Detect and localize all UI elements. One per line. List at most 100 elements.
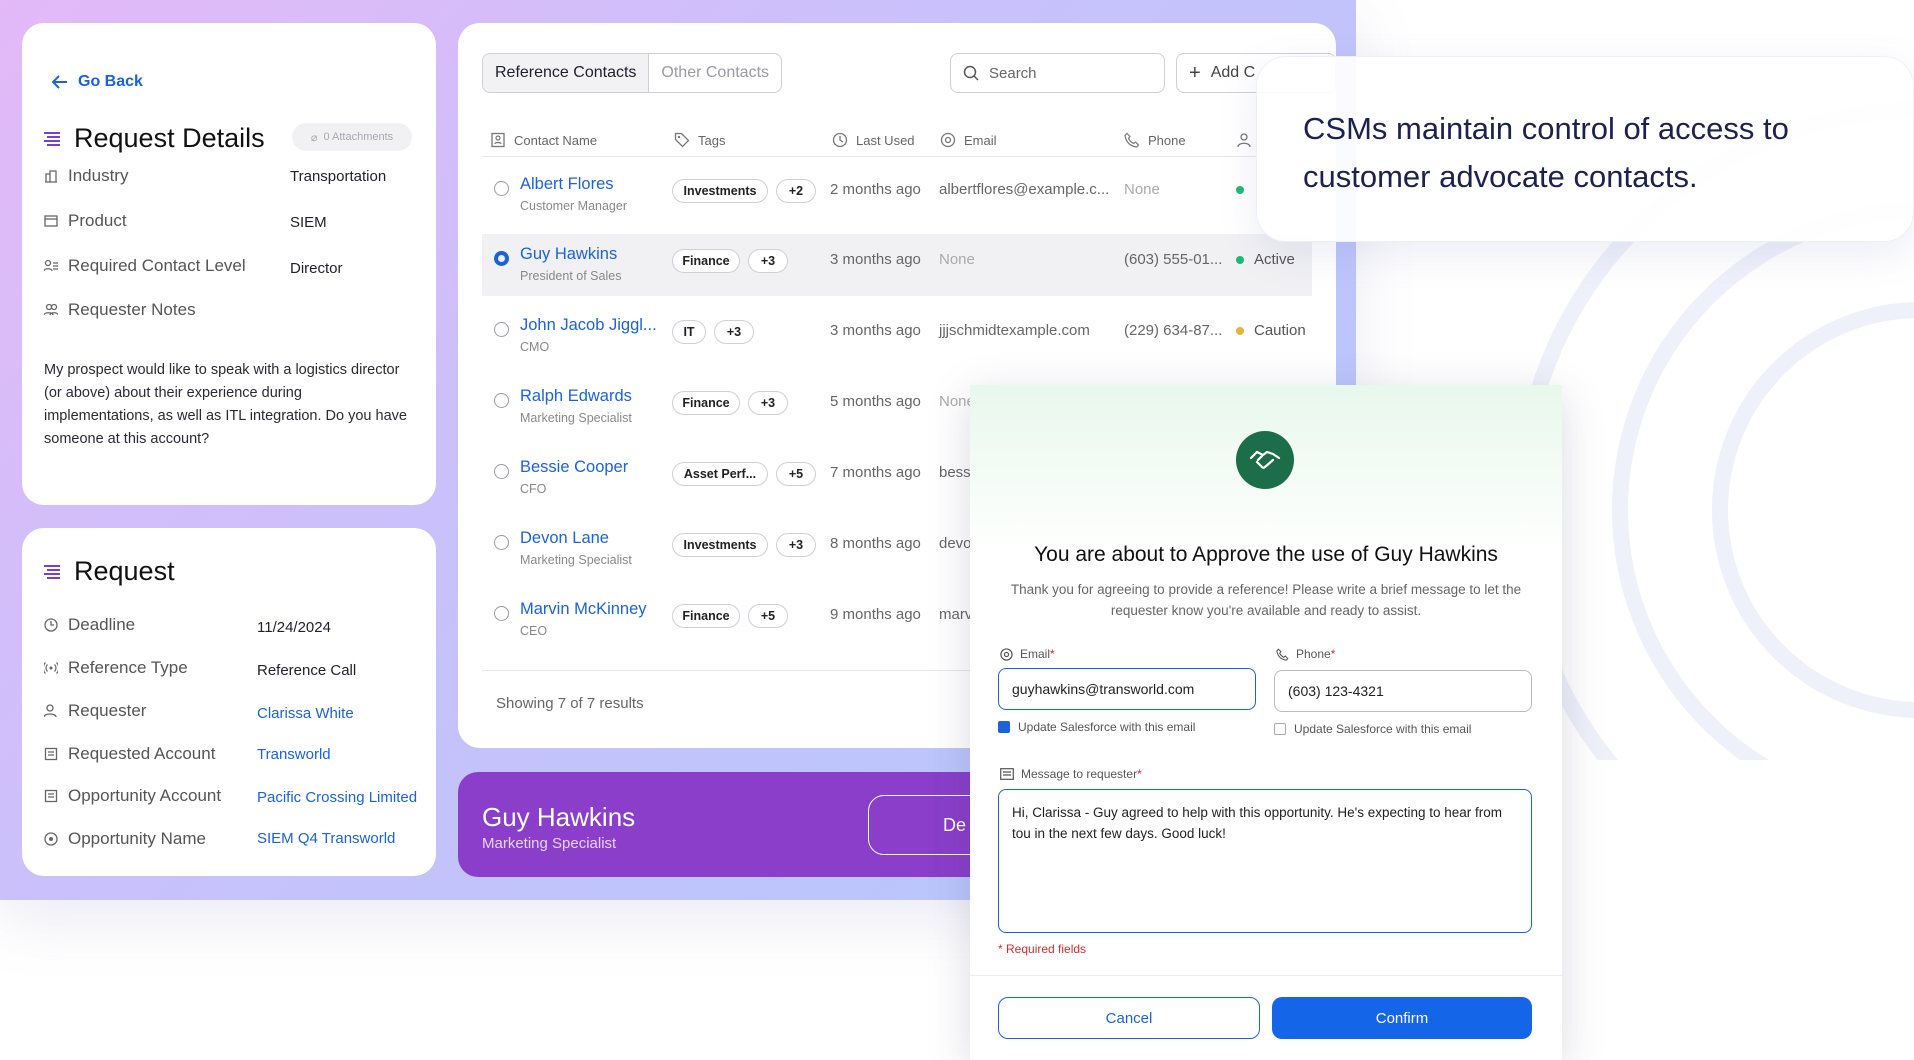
contact-name-link[interactable]: Marvin McKinney: [520, 600, 647, 619]
more-tags-chip[interactable]: +5: [776, 462, 816, 486]
requested-account-link[interactable]: Transworld: [257, 746, 331, 763]
tab-other-contacts[interactable]: Other Contacts: [649, 54, 781, 92]
people-icon: [44, 303, 58, 316]
email-field-label: Email*: [1000, 647, 1055, 661]
column-phone-label: Phone: [1148, 132, 1186, 148]
contact-title: President of Sales: [520, 269, 622, 283]
message-textarea[interactable]: Hi, Clarissa - Guy agreed to help with t…: [998, 789, 1532, 933]
paperclip-icon: ⌀: [310, 131, 318, 144]
broadcast-icon: [44, 662, 58, 674]
update-phone-checkbox[interactable]: [1274, 723, 1286, 735]
row-radio[interactable]: [494, 181, 509, 196]
column-last-used[interactable]: Last Used: [832, 132, 915, 148]
phone-icon: [1276, 647, 1289, 661]
at-icon: [940, 132, 956, 148]
go-back-link[interactable]: Go Back: [52, 73, 143, 91]
request-details-title: Request Details: [44, 123, 265, 154]
last-used: 3 months ago: [830, 251, 921, 268]
message-label-text: Message to requester: [1021, 767, 1138, 781]
row-radio[interactable]: [494, 251, 509, 266]
opportunity-account-row: Opportunity Account: [44, 786, 221, 806]
column-email-label: Email: [964, 132, 997, 148]
account-icon: [44, 789, 58, 803]
contact-name-link[interactable]: Devon Lane: [520, 529, 609, 548]
more-tags-chip[interactable]: +3: [714, 320, 754, 344]
column-tags[interactable]: Tags: [674, 132, 725, 148]
history-icon: [832, 132, 848, 148]
requester-link[interactable]: Clarissa White: [257, 705, 354, 722]
more-tags-chip[interactable]: +3: [776, 533, 816, 557]
column-contact-name[interactable]: Contact Name: [490, 132, 597, 148]
table-row[interactable]: Guy Hawkins President of Sales Finance +…: [482, 234, 1312, 296]
contact-card-icon: [491, 132, 505, 148]
column-email[interactable]: Email: [940, 132, 997, 148]
industry-label: Industry: [68, 166, 129, 185]
search-input[interactable]: Search: [950, 53, 1165, 93]
row-radio[interactable]: [494, 322, 509, 337]
email: bess: [939, 464, 971, 481]
email: jjjschmidtexample.com: [939, 322, 1090, 339]
add-contact-label: Add C: [1210, 64, 1256, 81]
column-last-used-label: Last Used: [856, 132, 915, 148]
column-status[interactable]: [1236, 132, 1252, 148]
phone: (229) 634-87...: [1124, 322, 1223, 339]
update-phone-label: Update Salesforce with this email: [1294, 722, 1472, 736]
tag-chip: Finance: [672, 391, 740, 415]
phone-field[interactable]: (603) 123-4321: [1274, 670, 1532, 712]
opportunity-name-link[interactable]: SIEM Q4 Transworld: [257, 830, 395, 847]
table-row[interactable]: John Jacob Jiggl... CMO IT +3 3 months a…: [482, 305, 1312, 367]
requested-account-row: Requested Account: [44, 744, 215, 764]
request-details-card: Go Back Request Details ⌀ 0 Attachments …: [22, 23, 436, 505]
row-radio[interactable]: [494, 606, 509, 621]
row-radio[interactable]: [494, 535, 509, 550]
requester-notes-label: Requester Notes: [68, 300, 196, 319]
search-icon: [963, 65, 979, 81]
tag-chip: Finance: [672, 604, 740, 628]
tab-reference-contacts[interactable]: Reference Contacts: [483, 54, 650, 92]
attachments-badge[interactable]: ⌀ 0 Attachments: [292, 123, 412, 151]
contact-name-link[interactable]: Bessie Cooper: [520, 458, 628, 477]
update-phone-checkbox-row[interactable]: Update Salesforce with this email: [1274, 722, 1471, 736]
email-field[interactable]: guyhawkins@transworld.com: [998, 668, 1256, 710]
tag-chip: Investments: [672, 179, 768, 203]
arrow-left-icon: [52, 75, 67, 89]
table-row[interactable]: Albert Flores Customer Manager Investmen…: [482, 164, 1312, 226]
update-email-checkbox-row[interactable]: Update Salesforce with this email: [998, 720, 1195, 734]
status-dot: [1236, 327, 1244, 335]
handshake-icon: [1236, 431, 1294, 489]
contact-name-link[interactable]: Albert Flores: [520, 175, 614, 194]
attachments-label: 0 Attachments: [323, 131, 394, 143]
contact-name-link[interactable]: Guy Hawkins: [520, 245, 617, 264]
required-fields-note: * Required fields: [998, 942, 1087, 956]
message-icon: [1000, 768, 1014, 780]
phone-label-text: Phone: [1296, 647, 1331, 661]
contact-name-link[interactable]: Ralph Edwards: [520, 387, 632, 406]
clock-icon: [44, 618, 58, 632]
callout-text: CSMs maintain control of access to custo…: [1303, 111, 1789, 194]
contact-title: Marketing Specialist: [520, 553, 632, 567]
selected-contact-bar: Guy Hawkins Marketing Specialist De: [458, 772, 1068, 877]
row-radio[interactable]: [494, 393, 509, 408]
phone-field-label: Phone*: [1276, 647, 1335, 661]
product-label: Product: [68, 211, 127, 230]
more-tags-chip[interactable]: +3: [748, 391, 788, 415]
target-icon: [44, 832, 58, 846]
requester-notes-row: Requester Notes: [44, 300, 196, 320]
contact-title: Marketing Specialist: [520, 411, 632, 425]
confirm-button[interactable]: Confirm: [1272, 997, 1532, 1039]
more-tags-chip[interactable]: +5: [748, 604, 788, 628]
column-phone[interactable]: Phone: [1124, 132, 1186, 148]
contact-level-row: Required Contact Level: [44, 256, 246, 276]
email: albertflores@example.c...: [939, 181, 1110, 198]
update-email-checkbox[interactable]: [998, 721, 1010, 733]
plus-icon: +: [1189, 61, 1201, 84]
row-radio[interactable]: [494, 464, 509, 479]
opportunity-account-link[interactable]: Pacific Crossing Limited: [257, 789, 417, 806]
deadline-row: Deadline: [44, 615, 135, 635]
last-used: 2 months ago: [830, 181, 921, 198]
level-icon: [44, 259, 58, 272]
more-tags-chip[interactable]: +2: [776, 179, 816, 203]
cancel-button[interactable]: Cancel: [998, 997, 1260, 1039]
contact-name-link[interactable]: John Jacob Jiggl...: [520, 316, 657, 335]
more-tags-chip[interactable]: +3: [748, 249, 788, 273]
